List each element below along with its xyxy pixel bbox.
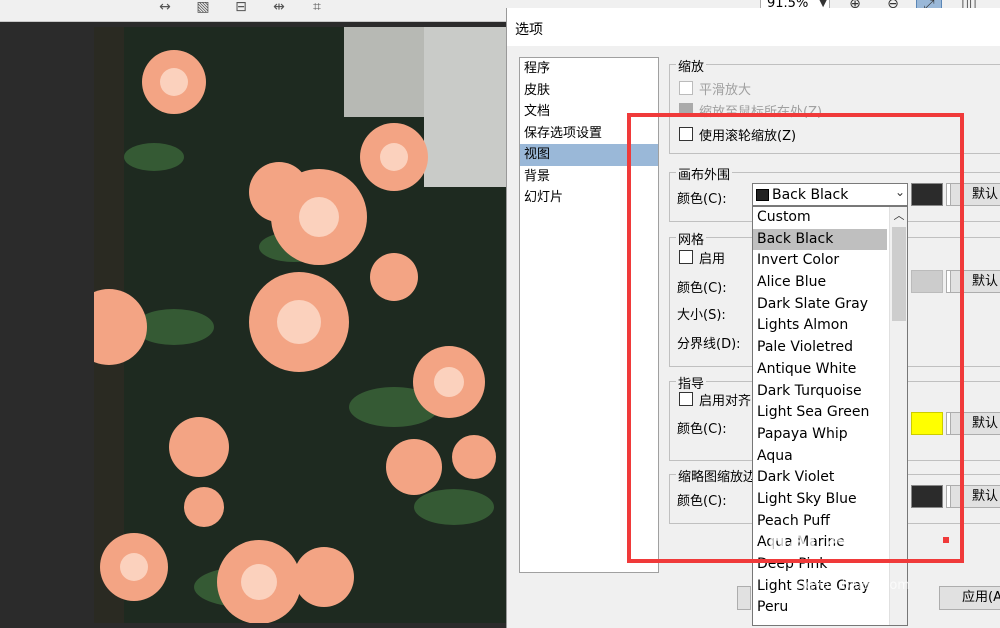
resize-horizontal-icon[interactable]: ↔	[152, 0, 178, 18]
category-item-skin[interactable]: 皮肤	[520, 80, 658, 102]
ok-button[interactable]	[737, 586, 751, 610]
crop-icon[interactable]: ⌗	[304, 0, 330, 18]
category-item-program[interactable]: 程序	[520, 58, 658, 80]
rotate-icon[interactable]: ▧	[190, 0, 216, 18]
highlight-annotation-box	[627, 113, 964, 563]
zoom-group-title: 缩放	[676, 56, 707, 75]
watermark-logo: Bai 经验	[768, 526, 882, 556]
dropdown-item[interactable]: Peru	[753, 597, 887, 619]
photo-canvas	[94, 27, 506, 623]
smooth-zoom-label: 平滑放大	[699, 83, 752, 98]
rose-photo	[94, 27, 506, 623]
smooth-zoom-checkbox[interactable]	[679, 81, 693, 95]
annotation-dot	[943, 537, 949, 543]
dialog-title: 选项	[515, 22, 543, 38]
watermark-url: jingyan.baidu.com	[790, 578, 910, 593]
align-icon[interactable]: ⊟	[228, 0, 254, 18]
apply-button[interactable]: 应用(A	[939, 586, 1000, 610]
fit-width-icon[interactable]: ⇹	[266, 0, 292, 18]
dialog-titlebar	[507, 8, 1000, 46]
